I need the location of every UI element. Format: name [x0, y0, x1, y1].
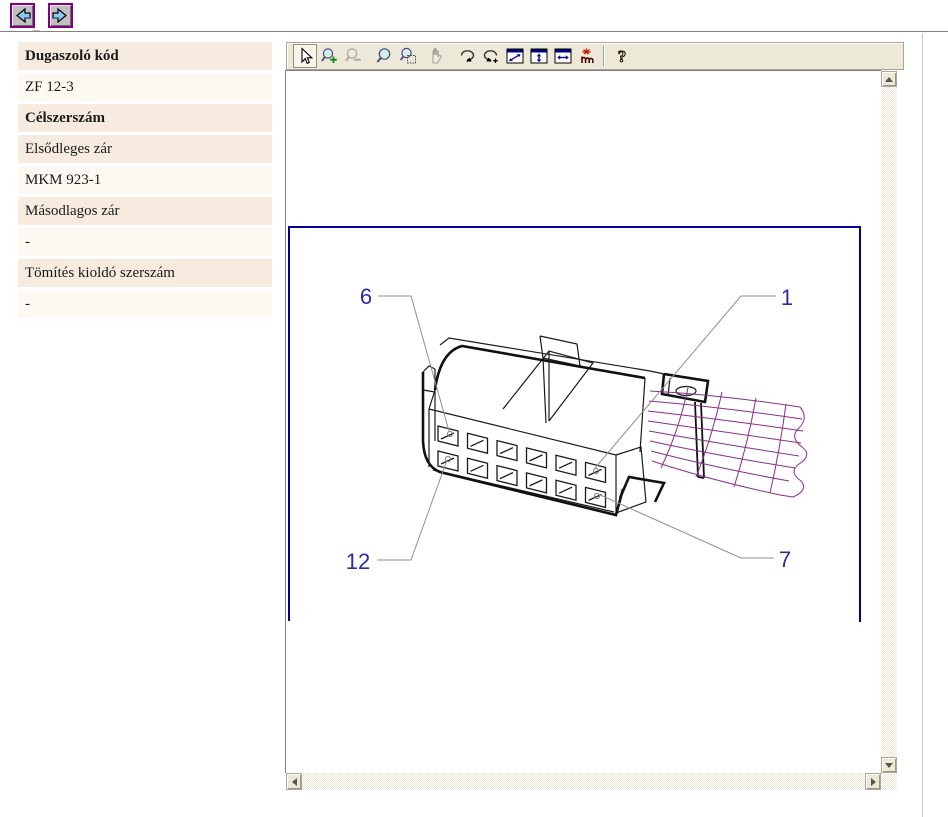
toolbar-separator: [603, 46, 604, 66]
viewer-toolbar: ?: [286, 42, 904, 70]
fit-page-button[interactable]: [503, 44, 527, 68]
table-row-label: Elsődleges zár: [18, 135, 272, 163]
table-row-label: Másodlagos zár: [18, 197, 272, 225]
table-row-header: Célszerszám: [18, 104, 272, 132]
hotspots-icon: [581, 48, 594, 63]
underscore-mark: _: [33, 18, 40, 32]
select-cursor-icon: [301, 47, 314, 65]
rotate-cw-button[interactable]: [455, 44, 479, 68]
pin-label-7: 7: [779, 547, 791, 572]
rotate-ccw-icon: [483, 50, 498, 63]
application-window: _ Dugaszoló kód ZF 12-3 Célszerszám Első…: [0, 0, 948, 817]
pin-label-12: 12: [346, 549, 370, 574]
connector-diagram: 6 1 12 7: [288, 226, 861, 622]
table-row-label: Tömítés kioldó szerszám: [18, 259, 272, 287]
fit-height-icon: [530, 48, 548, 64]
zoom-in-button[interactable]: [317, 44, 341, 68]
arrow-right-icon: [52, 7, 67, 24]
zoom-out-icon: [345, 48, 361, 62]
zoom-area-button[interactable]: [396, 44, 420, 68]
forward-button[interactable]: [48, 3, 73, 28]
connector-info-table: Dugaszoló kód ZF 12-3 Célszerszám Elsődl…: [18, 42, 272, 321]
scroll-up-button[interactable]: [881, 71, 897, 87]
scroll-right-button[interactable]: [865, 773, 881, 790]
table-row-value: -: [18, 290, 272, 318]
zoom-area-icon: [399, 47, 416, 64]
vertical-scrollbar-track[interactable]: [881, 87, 897, 757]
table-row-header: Dugaszoló kód: [18, 42, 272, 70]
arrow-left-icon: [16, 7, 31, 24]
pin-labels: 6 1 12 7: [346, 284, 793, 574]
help-button[interactable]: ?: [610, 44, 634, 68]
frame-divider-vertical: [922, 33, 923, 817]
horizontal-scrollbar-track[interactable]: [302, 773, 865, 790]
zoom-button[interactable]: [372, 44, 396, 68]
pin-label-6: 6: [360, 284, 372, 309]
zoom-icon: [376, 48, 391, 63]
zoom-out-button[interactable]: [341, 44, 365, 68]
pan-hand-button[interactable]: [424, 44, 448, 68]
zoom-in-icon: [321, 48, 337, 63]
pan-hand-icon: [432, 47, 442, 64]
scroll-down-button[interactable]: [881, 757, 897, 773]
table-row-value: MKM 923-1: [18, 166, 272, 194]
help-icon: ?: [617, 47, 627, 66]
terminal-holes: [437, 425, 607, 509]
hotspots-button[interactable]: [575, 44, 599, 68]
fit-height-button[interactable]: [527, 44, 551, 68]
leader-lines: [377, 295, 776, 561]
table-row-value: ZF 12-3: [18, 73, 272, 101]
sheet-frame: [288, 226, 861, 622]
pin-label-1: 1: [781, 285, 793, 310]
fit-width-icon: [554, 48, 572, 64]
fit-page-icon: [506, 48, 524, 64]
fit-width-button[interactable]: [551, 44, 575, 68]
select-cursor-button[interactable]: [293, 44, 317, 68]
table-row-value: -: [18, 228, 272, 256]
back-button[interactable]: [10, 3, 35, 28]
frame-divider-horizontal: [0, 31, 948, 33]
scroll-left-button[interactable]: [286, 773, 302, 790]
rotate-cw-icon: [460, 50, 475, 62]
wire-bundle: [647, 387, 808, 498]
svg-text:?: ?: [618, 47, 627, 66]
scrollbar-corner: [881, 773, 897, 790]
rotate-ccw-button[interactable]: [479, 44, 503, 68]
